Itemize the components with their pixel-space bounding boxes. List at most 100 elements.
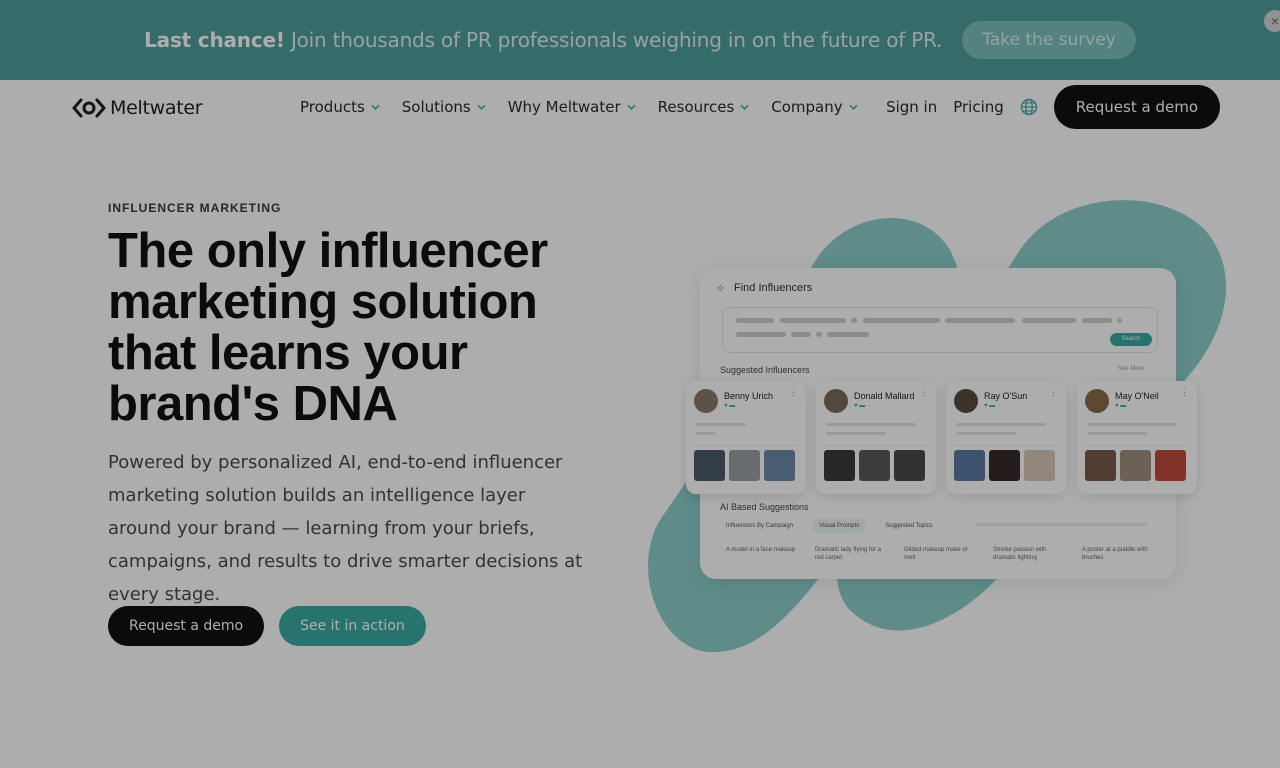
more-icon[interactable]: ⋮ bbox=[1180, 387, 1189, 398]
text-placeholder bbox=[816, 332, 822, 337]
post-thumbnail bbox=[954, 450, 985, 481]
suggestion-item[interactable]: A model in a face makeup bbox=[726, 546, 796, 554]
panel-title: Find Influencers bbox=[734, 282, 813, 294]
text-placeholder bbox=[827, 332, 869, 337]
menu-label: Why Meltwater bbox=[507, 98, 621, 116]
post-thumbnail bbox=[1120, 450, 1151, 481]
sign-in-link[interactable]: Sign in bbox=[886, 98, 937, 116]
influencer-stats: ♥ ▬ · bbox=[854, 403, 871, 409]
suggestion-item[interactable]: Dramatic lady flying for a red carpet bbox=[815, 546, 885, 562]
avatar bbox=[824, 389, 848, 413]
nav-right: Sign in Pricing Request a demo bbox=[886, 85, 1220, 129]
text-placeholder bbox=[780, 318, 846, 323]
suggestion-item[interactable]: A poster at a puddle with brushes bbox=[1082, 546, 1152, 562]
tab-suggested-topics[interactable]: Suggested Topics bbox=[879, 519, 938, 533]
influencer-card[interactable]: May O'Neil ♥ ▬ · ⋮ bbox=[1077, 381, 1197, 494]
ai-suggestions-label: AI Based Suggestions bbox=[720, 502, 809, 512]
hero-subcopy: Powered by personalized AI, end-to-end i… bbox=[108, 452, 583, 605]
chevron-down-icon bbox=[849, 104, 858, 110]
post-thumbnail bbox=[694, 450, 725, 481]
text-placeholder bbox=[736, 332, 786, 337]
influencer-stats: ♥ ▬ · bbox=[984, 403, 1001, 409]
menu-label: Products bbox=[300, 98, 365, 116]
chevron-down-icon bbox=[740, 104, 749, 110]
influencer-name: Donald Mallard bbox=[854, 391, 915, 401]
suggestion-item[interactable]: Gilded makeup make or melt bbox=[904, 546, 974, 562]
post-thumbnail bbox=[894, 450, 925, 481]
menu-resources[interactable]: Resources bbox=[658, 98, 750, 116]
divider bbox=[954, 445, 1058, 446]
text-placeholder bbox=[956, 423, 1046, 426]
menu-label: Resources bbox=[657, 98, 735, 116]
banner-message: Last chance! Join thousands of PR profes… bbox=[144, 28, 942, 52]
hero-request-demo-button[interactable]: Request a demo bbox=[108, 606, 265, 646]
menu-solutions[interactable]: Solutions bbox=[402, 98, 486, 116]
influencer-name: Benny Urich bbox=[724, 391, 774, 401]
search-button[interactable]: Search bbox=[1110, 333, 1152, 346]
text-placeholder bbox=[736, 318, 774, 323]
post-thumbnail bbox=[1155, 450, 1186, 481]
menu-label: Solutions bbox=[401, 98, 471, 116]
logo[interactable]: Meltwater bbox=[72, 97, 203, 119]
sparkle-icon: ✧ bbox=[716, 283, 726, 295]
banner-text: Join thousands of PR professionals weigh… bbox=[284, 28, 943, 52]
post-thumbnail bbox=[1085, 450, 1116, 481]
chevron-down-icon bbox=[371, 104, 380, 110]
text-placeholder bbox=[851, 318, 857, 323]
menu-products[interactable]: Products bbox=[300, 98, 380, 116]
globe-icon[interactable] bbox=[1020, 98, 1038, 116]
menu-why-meltwater[interactable]: Why Meltwater bbox=[508, 98, 636, 116]
meltwater-logo-icon bbox=[72, 98, 106, 118]
divider bbox=[1085, 445, 1189, 446]
nav-request-demo-button[interactable]: Request a demo bbox=[1053, 85, 1220, 129]
more-icon[interactable]: ⋮ bbox=[789, 387, 798, 398]
text-placeholder bbox=[826, 432, 886, 435]
text-placeholder bbox=[975, 523, 1147, 526]
divider bbox=[694, 445, 798, 446]
post-thumbnail bbox=[764, 450, 795, 481]
suggested-influencers-label: Suggested Influencers bbox=[720, 365, 810, 375]
divider bbox=[824, 445, 928, 446]
take-survey-button[interactable]: Take the survey bbox=[962, 21, 1136, 59]
text-placeholder bbox=[1022, 318, 1076, 323]
influencer-search-input[interactable] bbox=[722, 307, 1158, 353]
text-placeholder bbox=[696, 423, 746, 426]
banner-bold-text: Last chance! bbox=[144, 28, 285, 52]
pricing-link[interactable]: Pricing bbox=[953, 98, 1004, 116]
text-placeholder bbox=[1117, 318, 1122, 323]
influencer-card[interactable]: Ray O'Sun ♥ ▬ · ⋮ bbox=[946, 381, 1066, 494]
influencer-card[interactable]: Benny Urich ♥ ▬ · ⋮ bbox=[686, 381, 806, 494]
post-thumbnail bbox=[989, 450, 1020, 481]
text-placeholder bbox=[956, 432, 1016, 435]
influencer-name: Ray O'Sun bbox=[984, 391, 1028, 401]
avatar bbox=[1085, 389, 1109, 413]
text-placeholder bbox=[863, 318, 940, 323]
see-more-link[interactable]: See More bbox=[1118, 366, 1144, 372]
influencer-stats: ♥ ▬ · bbox=[1115, 403, 1132, 409]
avatar bbox=[694, 389, 718, 413]
influencer-stats: ♥ ▬ · bbox=[724, 403, 741, 409]
menu-company[interactable]: Company bbox=[771, 98, 858, 116]
see-it-in-action-button[interactable]: See it in action bbox=[279, 606, 426, 646]
hero-eyebrow: INFLUENCER MARKETING bbox=[108, 201, 282, 215]
post-thumbnail bbox=[1024, 450, 1055, 481]
text-placeholder bbox=[826, 423, 916, 426]
close-icon[interactable]: × bbox=[1264, 10, 1280, 32]
text-placeholder bbox=[945, 318, 1015, 323]
tab-visual-prompts[interactable]: Visual Prompts bbox=[813, 519, 866, 533]
more-icon[interactable]: ⋮ bbox=[1049, 387, 1058, 398]
suggestion-item[interactable]: Smoke passion with dramatic lighting bbox=[993, 546, 1063, 562]
hero-cta-row: Request a demo See it in action bbox=[108, 606, 426, 646]
logo-text: Meltwater bbox=[110, 97, 203, 119]
text-placeholder bbox=[1082, 318, 1112, 323]
chevron-down-icon bbox=[477, 104, 486, 110]
primary-menu: Products Solutions Why Meltwater Resourc… bbox=[300, 98, 858, 116]
post-thumbnail bbox=[859, 450, 890, 481]
more-icon[interactable]: ⋮ bbox=[919, 387, 928, 398]
influencer-card[interactable]: Donald Mallard ♥ ▬ · ⋮ bbox=[816, 381, 936, 494]
post-thumbnail bbox=[729, 450, 760, 481]
avatar bbox=[954, 389, 978, 413]
announcement-banner: Last chance! Join thousands of PR profes… bbox=[0, 0, 1280, 80]
tab-influencers-by-campaign[interactable]: Influencers By Campaign bbox=[720, 519, 799, 533]
menu-label: Company bbox=[771, 98, 843, 116]
